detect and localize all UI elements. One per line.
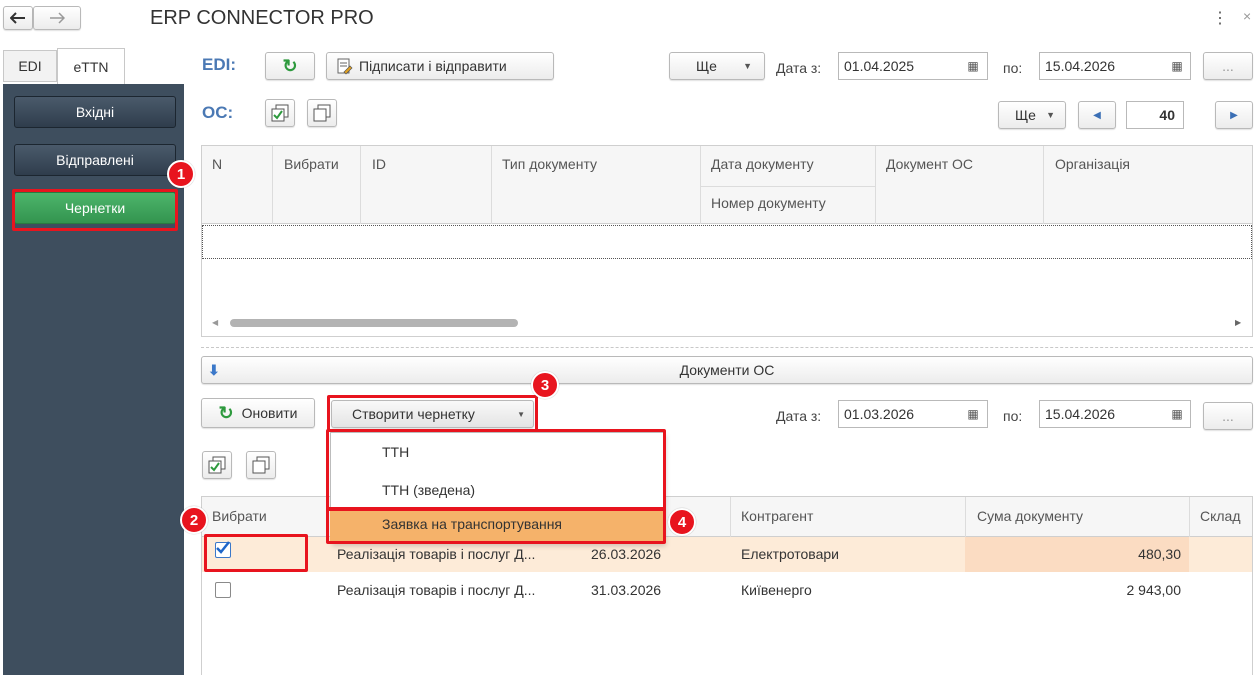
column-header-n[interactable]: N <box>212 156 222 172</box>
column-header-organization[interactable]: Організація <box>1055 156 1130 172</box>
panel-splitter[interactable] <box>201 347 1253 348</box>
row-counterparty: Київенерго <box>741 582 812 598</box>
annotation-badge-3: 3 <box>531 371 559 399</box>
calendar-icon[interactable]: ▦ <box>1166 53 1188 79</box>
uncheck-all-button[interactable] <box>307 99 337 127</box>
forward-button[interactable] <box>33 6 81 30</box>
uncheck-all-button[interactable] <box>246 451 276 479</box>
bottom-select-period-button[interactable]: ... <box>1203 402 1253 430</box>
check-all-icon <box>208 456 226 474</box>
date-value: 01.04.2025 <box>844 58 915 74</box>
arrow-right-icon <box>50 12 65 24</box>
refresh-label: Оновити <box>241 405 298 421</box>
column-header-select[interactable]: Вибрати <box>284 156 339 172</box>
triangle-left-icon: ◀ <box>1093 109 1101 121</box>
oc-more-button[interactable]: Ще ▼ <box>998 101 1066 129</box>
check-all-icon <box>271 104 289 122</box>
more-label: Ще <box>1015 107 1036 123</box>
uncheck-all-icon <box>313 104 331 122</box>
page-next-button[interactable]: ▶ <box>1215 101 1253 129</box>
date-value: 01.03.2026 <box>844 406 915 422</box>
dots-label: ... <box>1222 58 1234 74</box>
highlight-box-checkbox <box>204 534 308 572</box>
refresh-edi-button[interactable]: ↻ <box>265 52 315 80</box>
triangle-right-icon: ▶ <box>1230 109 1238 121</box>
close-icon[interactable]: × <box>1243 8 1251 24</box>
sidebar-item-incoming[interactable]: Вхідні <box>14 96 176 128</box>
annotation-badge-4: 4 <box>668 508 696 536</box>
date-value: 15.04.2026 <box>1045 58 1116 74</box>
window-title: ERP CONNECTOR PRO <box>150 7 374 29</box>
row-doc: Реалізація товарів і послуг Д... <box>337 582 536 598</box>
calendar-icon[interactable]: ▦ <box>1166 401 1188 427</box>
edi-more-button[interactable]: Ще ▼ <box>669 52 765 80</box>
column-header-oc-doc[interactable]: Документ ОС <box>886 156 973 172</box>
row-sum: 480,30 <box>1138 546 1181 562</box>
row-counterparty: Електротовари <box>741 546 839 562</box>
column-header-doc-date[interactable]: Дата документу <box>711 156 814 172</box>
column-header-warehouse[interactable]: Склад <box>1200 508 1241 524</box>
arrow-down-icon: ⬇ <box>208 361 220 378</box>
sign-document-icon <box>337 58 353 75</box>
page-number-field[interactable]: 40 <box>1126 101 1184 129</box>
tab-ettn-label: eTTN <box>73 58 109 75</box>
check-all-button[interactable] <box>265 99 295 127</box>
sidebar-item-label: Вхідні <box>75 104 115 120</box>
bottom-date-to-label: по: <box>1003 408 1023 424</box>
docs-oc-collapse-bar[interactable]: ⬇ Документи ОС <box>201 356 1253 384</box>
tab-edi[interactable]: EDI <box>3 50 57 82</box>
column-header-id[interactable]: ID <box>372 156 386 172</box>
column-header-select[interactable]: Вибрати <box>212 508 267 524</box>
arrow-left-icon <box>10 12 25 24</box>
dots-label: ... <box>1222 408 1234 424</box>
tab-ettn[interactable]: eTTN <box>57 48 125 84</box>
page-prev-button[interactable]: ◀ <box>1078 101 1116 129</box>
chevron-down-icon: ▼ <box>1046 110 1055 120</box>
column-header-doc-type[interactable]: Тип документу <box>502 156 597 172</box>
column-header-sum[interactable]: Сума документу <box>977 508 1083 524</box>
row-checkbox[interactable] <box>215 582 231 598</box>
edi-label: EDI: <box>202 55 236 74</box>
calendar-icon[interactable]: ▦ <box>962 401 984 427</box>
highlight-box-transport-request <box>326 507 666 544</box>
oc-label: ОС: <box>202 103 234 122</box>
row-date: 26.03.2026 <box>591 546 662 562</box>
scroll-right-icon[interactable]: ▶ <box>1235 318 1241 327</box>
refresh-icon: ↻ <box>282 55 298 76</box>
edi-date-to-label: по: <box>1003 60 1023 76</box>
column-header-doc-number[interactable]: Номер документу <box>711 195 826 211</box>
annotation-badge-2: 2 <box>180 506 208 534</box>
highlight-box-drafts <box>12 189 178 231</box>
calendar-icon[interactable]: ▦ <box>962 53 984 79</box>
sidebar-item-sent[interactable]: Відправлені <box>14 144 176 176</box>
row-date: 31.03.2026 <box>591 582 662 598</box>
highlight-box-create-draft <box>327 395 538 432</box>
sign-and-send-button[interactable]: Підписати і відправити <box>326 52 554 80</box>
highlight-box-dropdown <box>326 429 666 511</box>
scroll-left-icon[interactable]: ◀ <box>212 318 218 327</box>
kebab-menu-icon[interactable]: ⋮ <box>1212 8 1228 28</box>
column-header-counterparty[interactable]: Контрагент <box>741 508 813 524</box>
uncheck-all-icon <box>252 456 270 474</box>
sign-and-send-label: Підписати і відправити <box>359 58 507 74</box>
page-value: 40 <box>1159 107 1175 123</box>
table-row-empty[interactable] <box>202 225 1252 259</box>
row-sum: 2 943,00 <box>1126 582 1182 598</box>
refresh-icon: ↻ <box>218 402 234 423</box>
edi-date-from-label: Дата з: <box>776 60 822 76</box>
date-value: 15.04.2026 <box>1045 406 1116 422</box>
horizontal-scrollbar-thumb[interactable] <box>230 319 518 327</box>
check-all-button[interactable] <box>202 451 232 479</box>
bottom-date-from-label: Дата з: <box>776 408 822 424</box>
docs-oc-label: Документи ОС <box>679 362 775 378</box>
row-doc: Реалізація товарів і послуг Д... <box>337 546 536 562</box>
tab-edi-label: EDI <box>18 58 42 74</box>
edi-select-period-button[interactable]: ... <box>1203 52 1253 80</box>
chevron-down-icon: ▼ <box>743 61 752 71</box>
refresh-button[interactable]: ↻ Оновити <box>201 398 315 428</box>
back-button[interactable] <box>3 6 33 30</box>
sidebar-item-label: Відправлені <box>56 152 134 168</box>
more-label: Ще <box>696 58 717 74</box>
annotation-badge-1: 1 <box>167 160 195 188</box>
